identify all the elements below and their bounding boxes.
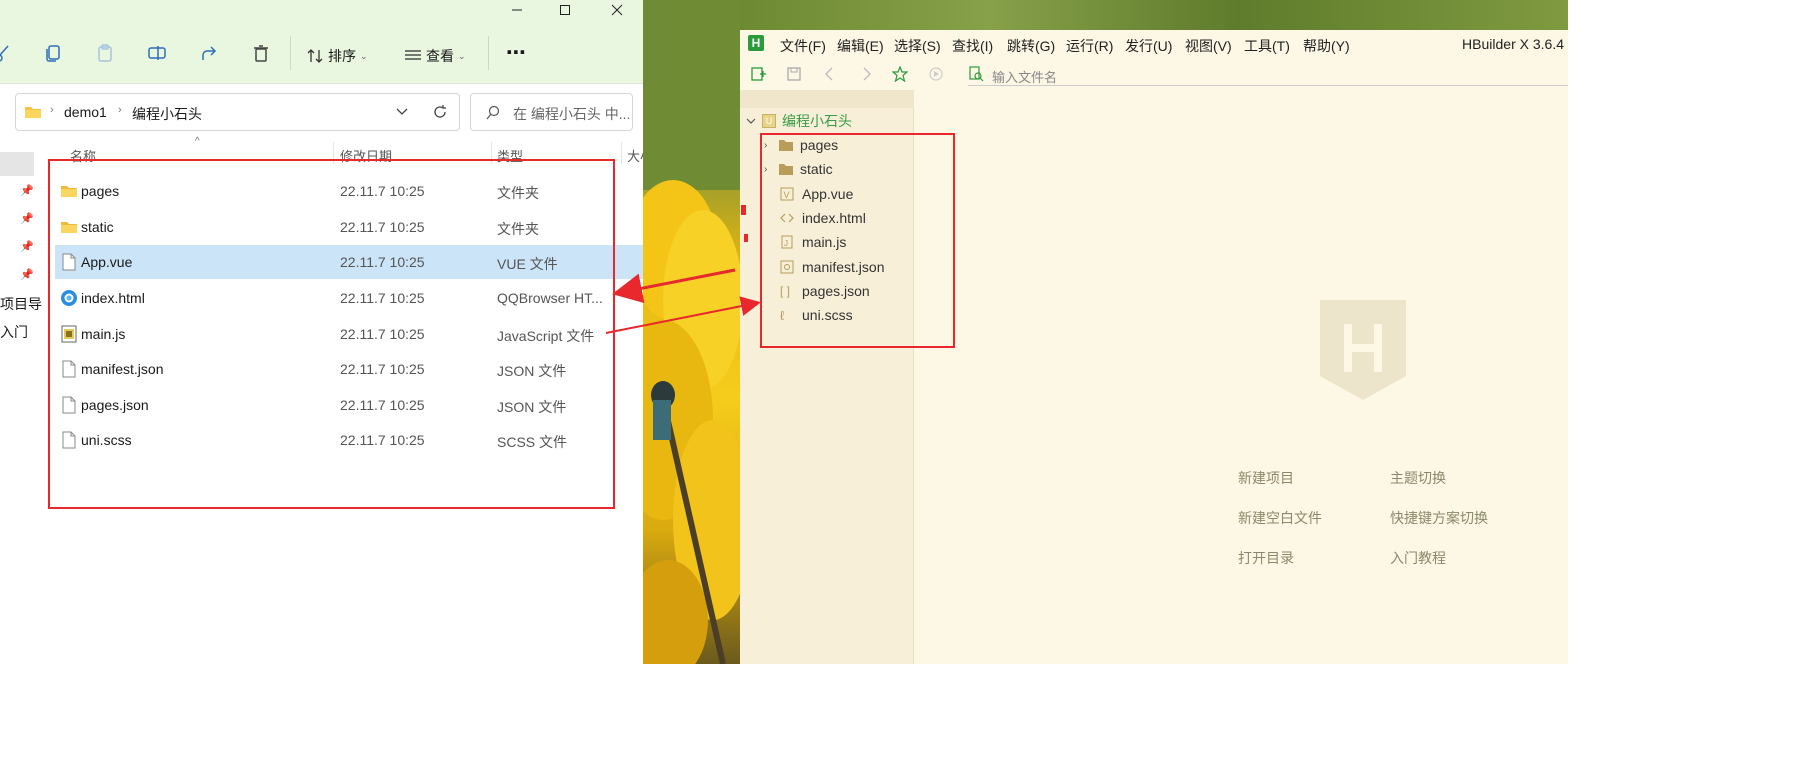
menu-help[interactable]: 帮助(Y): [1303, 36, 1350, 56]
menu-find[interactable]: 查找(I): [952, 36, 993, 56]
project-explorer-header: [740, 90, 914, 108]
desktop-wallpaper: [643, 0, 740, 664]
search-icon: [486, 105, 500, 120]
save-icon[interactable]: [786, 66, 802, 82]
chevron-down-icon[interactable]: [396, 107, 408, 117]
toolbar-divider: [488, 36, 489, 70]
nav-item[interactable]: 入门: [0, 322, 28, 342]
view-label: 查看: [426, 48, 454, 64]
new-file-icon[interactable]: [750, 66, 766, 82]
sort-icon: [307, 49, 323, 63]
address-bar-area: › demo1 › 编程小石头 在 编程小石头 中...: [0, 85, 643, 139]
trash-icon: [254, 45, 268, 62]
back-icon[interactable]: [822, 66, 838, 82]
maximize-button[interactable]: [540, 0, 590, 20]
menu-view[interactable]: 视图(V): [1185, 36, 1232, 56]
minimize-button[interactable]: [492, 0, 542, 20]
annotation-mark: [744, 234, 748, 242]
folder-icon: [25, 107, 41, 118]
wallpaper-top-strip: [740, 0, 1568, 30]
sort-button[interactable]: 排序 ⌄: [306, 46, 368, 66]
chevron-right-icon: ›: [118, 104, 122, 116]
menu-goto[interactable]: 跳转(G): [1007, 36, 1055, 56]
breadcrumb-item-current[interactable]: 编程小石头: [132, 104, 202, 124]
menu-edit[interactable]: 编辑(E): [837, 36, 884, 56]
new-blank-file-link[interactable]: 新建空白文件: [1238, 508, 1322, 528]
chevron-down-icon: ⌄: [458, 50, 466, 61]
switch-keymap-link[interactable]: 快捷键方案切换: [1390, 508, 1488, 528]
menu-file[interactable]: 文件(F): [780, 36, 826, 56]
close-icon: [611, 4, 623, 16]
nav-selected-item[interactable]: [0, 152, 34, 176]
explorer-command-bar: 排序 ⌄ 查看 ⌄ ⋯: [0, 22, 643, 84]
paste-icon: [98, 44, 112, 62]
search-box[interactable]: 在 编程小石头 中...: [470, 93, 633, 131]
run-icon[interactable]: [928, 66, 944, 82]
close-button[interactable]: [592, 0, 642, 20]
pin-icon: 📌: [20, 269, 34, 281]
open-directory-link[interactable]: 打开目录: [1238, 548, 1294, 568]
copy-icon: [46, 45, 60, 62]
chevron-down-icon: ⌄: [360, 50, 368, 61]
switch-theme-link[interactable]: 主题切换: [1390, 468, 1446, 488]
pin-icon: 📌: [20, 185, 34, 197]
view-button[interactable]: 查看 ⌄: [404, 46, 466, 66]
menu-tools[interactable]: 工具(T): [1244, 36, 1290, 56]
view-list-icon: [405, 50, 421, 60]
maximize-icon: [560, 5, 570, 15]
breadcrumb-item-demo1[interactable]: demo1: [64, 104, 107, 120]
hbuilder-watermark-logo: [1320, 300, 1406, 400]
column-size[interactable]: 大小: [627, 146, 643, 165]
file-search-icon: [969, 66, 984, 82]
menu-publish[interactable]: 发行(U): [1125, 36, 1172, 56]
pin-icon: 📌: [20, 213, 34, 225]
hbuilder-logo-icon: H: [748, 35, 764, 51]
scissors-icon: [0, 45, 9, 62]
refresh-icon[interactable]: [432, 104, 448, 120]
pin-icon: 📌: [20, 241, 34, 253]
project-name: 编程小石头: [782, 113, 852, 129]
chevron-down-icon: [746, 118, 756, 124]
file-search-input[interactable]: 输入文件名: [968, 64, 1568, 86]
paste-button[interactable]: [94, 42, 116, 64]
file-search-placeholder: 输入文件名: [992, 70, 1058, 85]
rename-icon: [148, 46, 166, 60]
share-icon: [202, 46, 217, 60]
explorer-titlebar: [0, 0, 643, 22]
star-icon[interactable]: [892, 66, 908, 82]
toolbar-divider: [290, 36, 291, 70]
project-icon: U: [762, 114, 776, 128]
new-project-link[interactable]: 新建项目: [1238, 468, 1294, 488]
column-divider[interactable]: [621, 142, 622, 164]
forward-icon[interactable]: [858, 66, 874, 82]
nav-item[interactable]: 项目导: [0, 294, 42, 314]
cut-button[interactable]: [0, 42, 14, 64]
annotation-box-hbuilder: [760, 133, 955, 348]
chevron-right-icon: ›: [50, 104, 54, 116]
minimize-icon: [512, 9, 522, 11]
hbuilder-menubar: H 文件(F) 编辑(E) 选择(S) 查找(I) 跳转(G) 运行(R) 发行…: [740, 30, 1568, 58]
app-title: HBuilder X 3.6.4: [1462, 36, 1564, 52]
wallpaper-flower-image: [643, 0, 740, 664]
welcome-screen: 新建项目 新建空白文件 打开目录 主题切换 快捷键方案切换 入门教程: [914, 90, 1568, 664]
search-placeholder: 在 编程小石头 中...: [513, 106, 631, 122]
share-button[interactable]: [198, 42, 220, 64]
copy-button[interactable]: [42, 42, 64, 64]
getting-started-link[interactable]: 入门教程: [1390, 548, 1446, 568]
menu-select[interactable]: 选择(S): [894, 36, 941, 56]
project-root[interactable]: U 编程小石头: [746, 110, 852, 132]
sort-caret-icon: ^: [195, 136, 200, 147]
hbuilder-toolbar: 输入文件名: [740, 58, 1568, 90]
delete-button[interactable]: [250, 42, 272, 64]
sort-label: 排序: [328, 48, 356, 64]
menu-run[interactable]: 运行(R): [1066, 36, 1113, 56]
annotation-box-explorer: [48, 159, 615, 509]
rename-button[interactable]: [146, 42, 168, 64]
more-options-button[interactable]: ⋯: [506, 40, 526, 65]
address-bar[interactable]: › demo1 › 编程小石头: [15, 93, 460, 131]
navigation-pane: 📌 📌 📌 📌 项目导 入门: [0, 140, 42, 664]
annotation-mark: [741, 205, 746, 215]
